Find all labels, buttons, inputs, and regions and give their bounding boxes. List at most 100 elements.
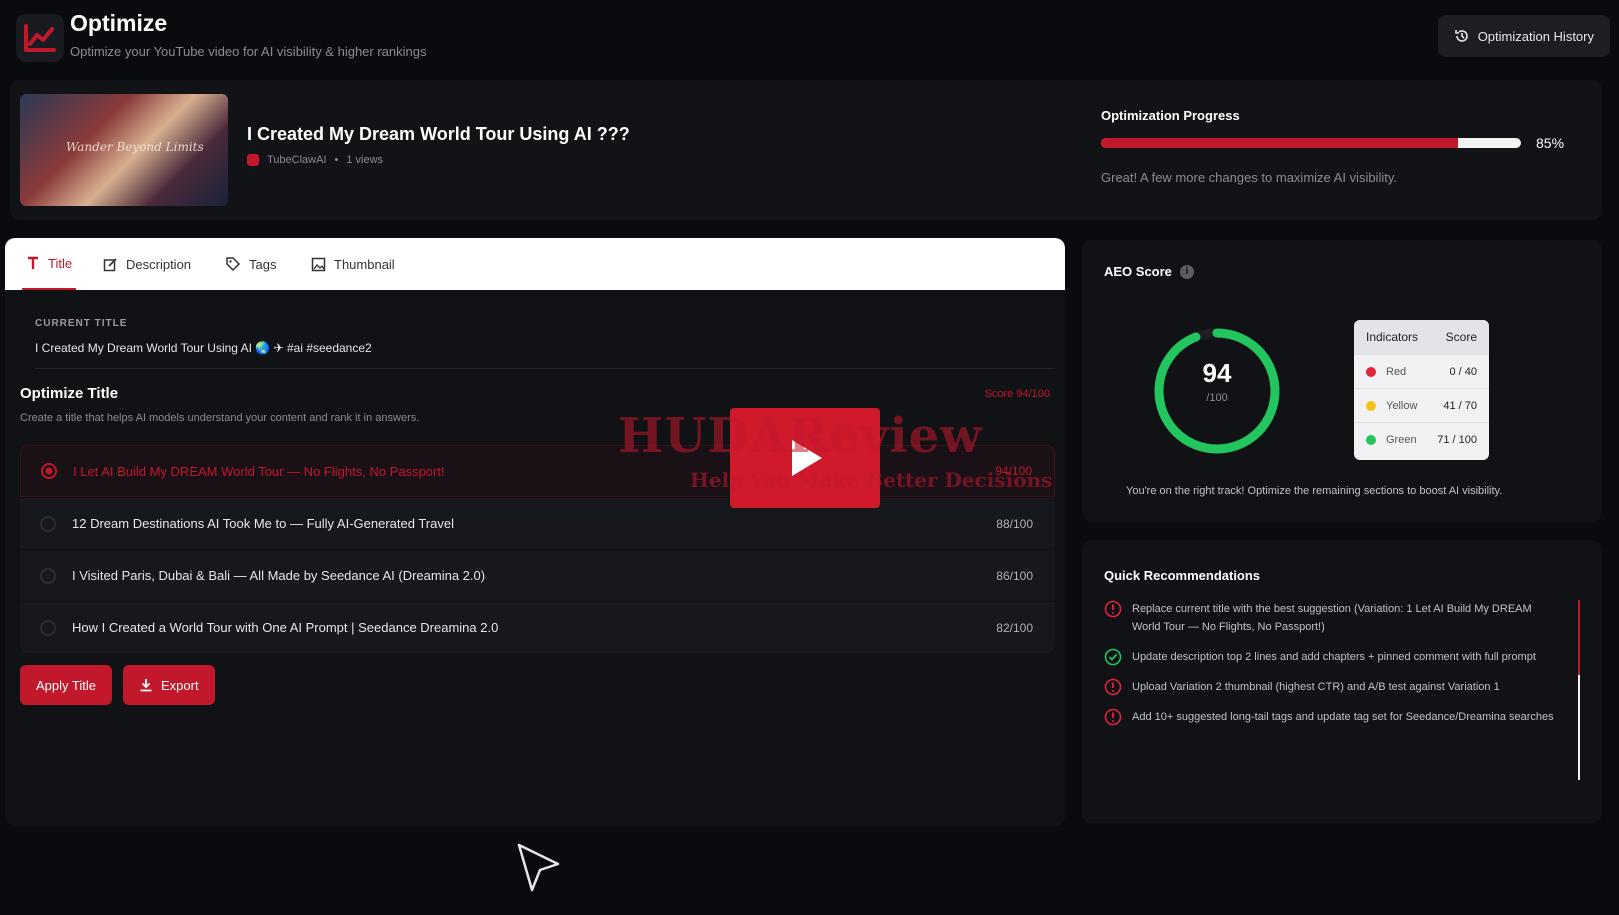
recommendation-text: Add 10+ suggested long-tail tags and upd…	[1132, 711, 1554, 723]
video-card: Wander Beyond Limits I Created My Dream …	[10, 80, 1602, 220]
option-radio[interactable]	[40, 619, 56, 636]
page-subtitle: Optimize your YouTube video for AI visib…	[70, 44, 427, 59]
progress-value: 85%	[1536, 135, 1565, 151]
page-title: Optimize	[70, 10, 168, 36]
progress-label: Optimization Progress	[1101, 108, 1240, 123]
indicator-name: Green	[1386, 433, 1417, 446]
line-chart-icon	[16, 14, 64, 62]
tab-description-label: Description	[126, 256, 192, 272]
indicator-row: Yellow 41 / 70	[1354, 388, 1489, 422]
export-button[interactable]: Export	[123, 665, 215, 705]
option-score: 88/100	[996, 516, 1033, 531]
yellow-dot-icon	[1366, 400, 1376, 411]
indicator-name: Yellow	[1386, 399, 1418, 412]
alert-icon	[1104, 708, 1122, 726]
mouse-cursor-icon	[517, 843, 560, 892]
info-icon[interactable]: i	[1179, 264, 1194, 279]
channel-name: TubeClawAI	[267, 154, 327, 166]
channel-icon	[247, 154, 259, 166]
thumbnail-caption: Wander Beyond Limits	[66, 140, 204, 154]
apply-title-label: Apply Title	[36, 677, 96, 693]
recommendations-list: Replace current title with the best sugg…	[1104, 600, 1554, 738]
indicator-name: Red	[1386, 365, 1407, 378]
option-text: I Visited Paris, Dubai & Bali — All Made…	[72, 568, 486, 583]
editor-tabs: Title Description Tags Thumbnail	[5, 238, 1065, 290]
title-options: I Let AI Build My DREAM World Tour — No …	[20, 445, 1055, 653]
indicator-table-header: Indicators Score	[1354, 320, 1489, 354]
recommendations-title: Quick Recommendations	[1104, 568, 1261, 583]
video-thumbnail[interactable]: Wander Beyond Limits	[20, 94, 228, 206]
scrollbar-thumb[interactable]	[1578, 600, 1580, 675]
tag-icon	[226, 257, 241, 272]
recommendation-item: Add 10+ suggested long-tail tags and upd…	[1104, 708, 1554, 726]
alert-icon	[1104, 600, 1122, 618]
history-button-label: Optimization History	[1477, 28, 1594, 44]
tab-tags-label: Tags	[249, 256, 277, 272]
view-count: 1 views	[346, 154, 384, 166]
section-title: Optimize Title	[20, 385, 119, 402]
check-circle-icon	[1104, 648, 1122, 666]
current-title-label: CURRENT TITLE	[35, 318, 128, 329]
recommendation-item: Update description top 2 lines and add c…	[1104, 648, 1554, 666]
option-radio[interactable]	[40, 567, 56, 584]
progress-fill	[1101, 138, 1458, 148]
option-radio[interactable]	[40, 515, 56, 532]
option-score: 82/100	[996, 620, 1033, 635]
aeo-score-card: AEO Score i 94 /100 Indicators Score Red…	[1082, 240, 1602, 522]
section-subtitle: Create a title that helps AI models unde…	[20, 412, 420, 424]
option-score: 86/100	[996, 568, 1033, 583]
tab-tags[interactable]: Tags	[225, 238, 276, 290]
image-icon	[311, 257, 326, 271]
play-icon	[792, 440, 822, 476]
history-icon	[1454, 30, 1468, 42]
red-dot-icon	[1366, 366, 1376, 377]
video-play-button[interactable]	[730, 408, 880, 508]
aeo-title-text: AEO Score	[1104, 264, 1172, 279]
aeo-title: AEO Score i	[1104, 264, 1194, 279]
divider	[35, 368, 1055, 369]
tab-title[interactable]: Title	[22, 238, 77, 290]
page-header: Optimize Optimize your YouTube video for…	[10, 6, 1610, 72]
title-option-row[interactable]: I Visited Paris, Dubai & Bali — All Made…	[20, 549, 1055, 601]
progress-note: Great! A few more changes to maximize AI…	[1101, 170, 1397, 185]
title-option-row[interactable]: How I Created a World Tour with One AI P…	[20, 601, 1055, 653]
indicator-score: 41 / 70	[1443, 399, 1477, 412]
tab-thumbnail[interactable]: Thumbnail	[311, 238, 395, 290]
edit-icon	[103, 257, 117, 271]
indicator-row: Green 71 / 100	[1354, 422, 1489, 456]
apply-title-button[interactable]: Apply Title	[20, 665, 112, 705]
indicator-score: 71 / 100	[1437, 433, 1477, 446]
optimization-history-button[interactable]: Optimization History	[1437, 15, 1610, 57]
green-dot-icon	[1366, 434, 1376, 445]
title-option-row[interactable]: 12 Dream Destinations AI Took Me to — Fu…	[20, 497, 1055, 549]
recommendation-text: Replace current title with the best sugg…	[1132, 603, 1532, 633]
aeo-score-value: 94	[1202, 358, 1232, 388]
score-header: Score	[1445, 330, 1477, 344]
option-text: How I Created a World Tour with One AI P…	[72, 620, 499, 635]
indicator-score: 0 / 40	[1449, 365, 1477, 378]
indicator-row: Red 0 / 40	[1354, 354, 1489, 388]
recommendations-card: Quick Recommendations Replace current ti…	[1082, 540, 1602, 823]
text-icon	[28, 256, 38, 269]
option-score: 94/100	[995, 464, 1032, 478]
tab-description[interactable]: Description	[103, 238, 191, 290]
meta-separator: •	[334, 154, 339, 166]
recommendations-scrollbar[interactable]	[1578, 600, 1580, 780]
recommendation-item: Replace current title with the best sugg…	[1104, 600, 1554, 636]
progress-bar	[1101, 138, 1521, 148]
title-option-row[interactable]: I Let AI Build My DREAM World Tour — No …	[20, 445, 1055, 497]
recommendation-text: Upload Variation 2 thumbnail (highest CT…	[1132, 681, 1500, 693]
video-meta: TubeClawAI • 1 views	[247, 154, 383, 166]
current-title-value: I Created My Dream World Tour Using AI 🌏…	[35, 341, 372, 355]
download-icon	[140, 679, 152, 692]
aeo-note: You're on the right track! Optimize the …	[1126, 485, 1503, 497]
option-radio[interactable]	[41, 463, 57, 479]
recommendation-text: Update description top 2 lines and add c…	[1132, 651, 1536, 663]
title-editor: CURRENT TITLE I Created My Dream World T…	[5, 290, 1065, 826]
aeo-score-max: /100	[1206, 392, 1228, 404]
indicator-table: Indicators Score Red 0 / 40 Yellow 41 / …	[1354, 320, 1489, 460]
section-score: Score 94/100	[984, 388, 1050, 400]
tab-thumbnail-label: Thumbnail	[334, 256, 395, 272]
aeo-gauge	[1154, 328, 1280, 454]
export-label: Export	[161, 677, 199, 693]
